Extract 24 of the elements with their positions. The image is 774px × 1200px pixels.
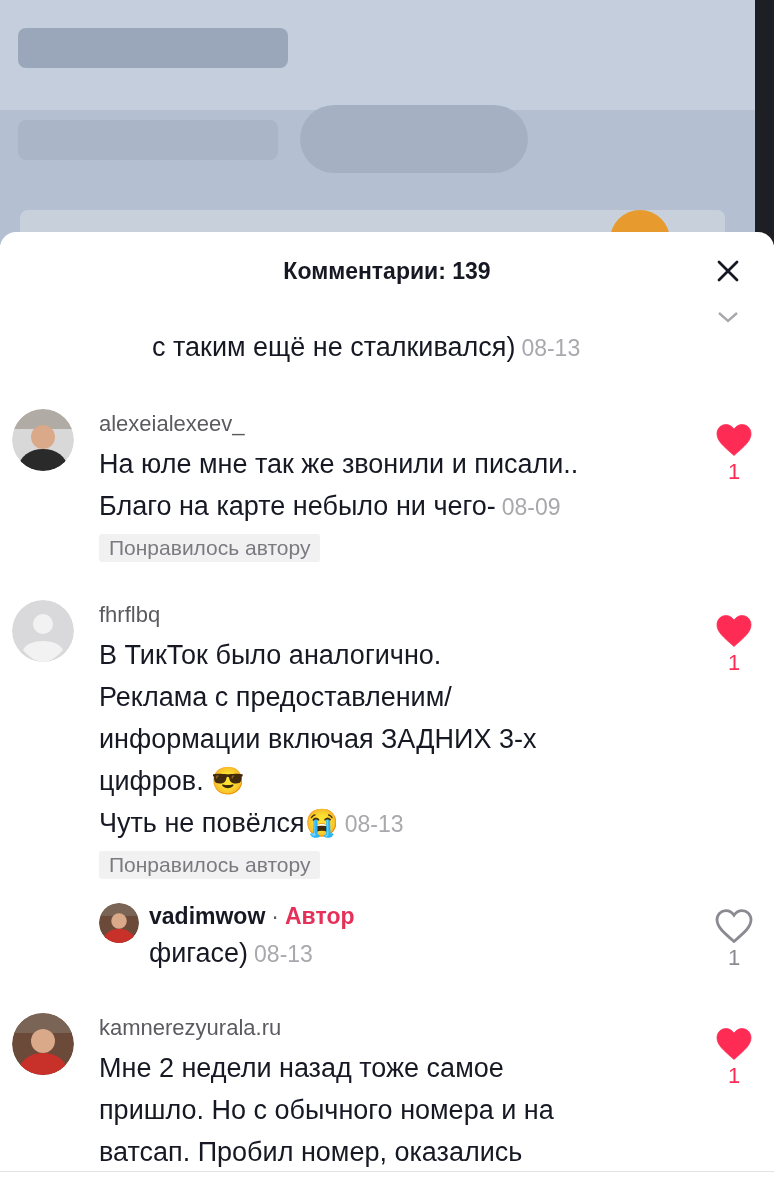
username[interactable]: alexeialexeev_ xyxy=(99,409,245,439)
comment-text: В ТикТок было аналогично. Реклама с предоставленим/ информации включая ЗАДНИХ 3-х цифров. 😎 Чуть не повёлся😭 08-13 xyxy=(99,639,537,840)
username[interactable]: kamnerezyurala.ru xyxy=(99,1013,282,1043)
heart-outline-icon[interactable] xyxy=(715,909,753,943)
sheet-title: Комментарии: 139 xyxy=(283,257,491,285)
chevron-down-icon[interactable] xyxy=(716,310,740,324)
comment-text: На юле мне так же звонили и писали.. Благо на карте небыло ни чего- 08-09 xyxy=(99,448,579,523)
filled-heart-icon[interactable] xyxy=(715,614,753,648)
username[interactable]: vadimwow xyxy=(149,903,266,929)
author-label: Автор xyxy=(285,903,355,929)
comment-text: с таким ещё не сталкивался) 08-13 xyxy=(152,331,581,364)
liked-by-author-badge: Понравилось автору xyxy=(99,534,321,562)
comment-text: фигасе) 08-13 xyxy=(149,937,313,970)
comment-text: Мне 2 недели назад тоже самое пришло. Но с обычного номера и на ватсап. Пробил номер, оказались xyxy=(99,1052,554,1169)
like-count: 1 xyxy=(727,1063,741,1089)
like-count: 1 xyxy=(727,650,741,676)
liked-by-author-badge: Понравилось автору xyxy=(99,851,321,879)
like-count: 1 xyxy=(727,459,741,485)
close-icon[interactable] xyxy=(716,259,740,283)
username[interactable]: fhrflbq xyxy=(99,600,161,630)
filled-heart-icon[interactable] xyxy=(715,1027,753,1061)
filled-heart-icon[interactable] xyxy=(715,423,753,457)
like-count: 1 xyxy=(727,945,741,971)
separator-dot: · xyxy=(271,903,279,929)
